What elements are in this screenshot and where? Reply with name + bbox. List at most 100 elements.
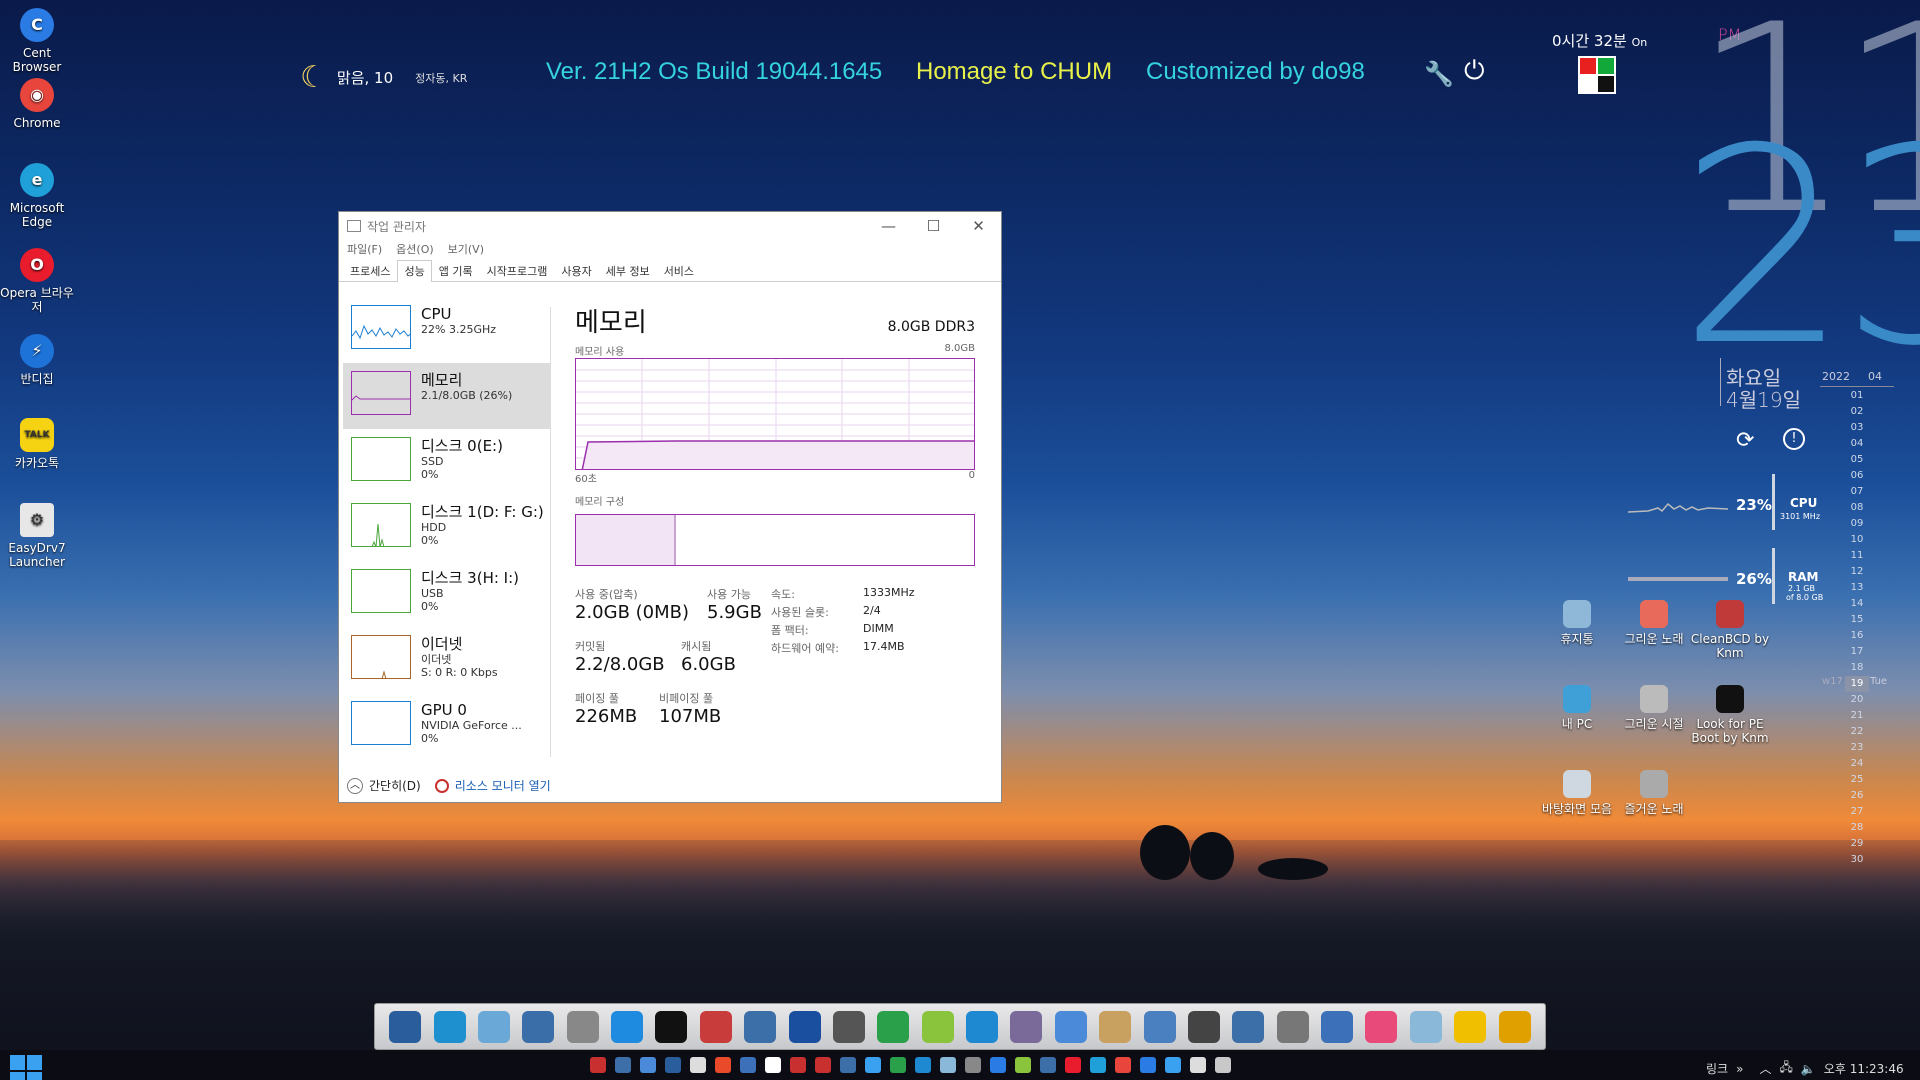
minimize-button[interactable]: — [866, 217, 911, 235]
dock-app-icon[interactable] [655, 1010, 688, 1043]
taskbar-app-icon[interactable] [890, 1057, 906, 1073]
title-bar[interactable]: 작업 관리자 — ☐ ✕ [339, 212, 1001, 240]
dock-app-icon[interactable] [522, 1010, 555, 1043]
dock-app-icon[interactable] [1276, 1010, 1309, 1043]
dock-app-icon[interactable] [1187, 1010, 1220, 1043]
resource-monitor-link[interactable]: 리소스 모니터 열기 [434, 777, 551, 794]
dock-app-icon[interactable] [699, 1010, 732, 1043]
perf-item[interactable]: 디스크 1(D: F: G:) HDD 0% [343, 495, 550, 561]
tab[interactable]: 서비스 [657, 260, 701, 281]
links-toolbar[interactable]: 링크 [1706, 1060, 1728, 1077]
desktop-icon[interactable]: CleanBCD by Knm [1690, 600, 1770, 660]
refresh-icon[interactable]: ⟳ [1736, 428, 1754, 453]
desktop-icon[interactable]: 그리운 시절 [1614, 685, 1694, 731]
dock-app-icon[interactable] [1232, 1010, 1265, 1043]
taskbar-app-icon[interactable] [990, 1057, 1006, 1073]
power-icon[interactable]: ⏻ [1464, 56, 1485, 87]
dock-app-icon[interactable] [389, 1010, 422, 1043]
menu-item[interactable]: 옵션(O) [396, 241, 433, 257]
menu-item[interactable]: 보기(V) [448, 241, 484, 257]
taskbar-app-icon[interactable] [840, 1057, 856, 1073]
tab[interactable]: 사용자 [554, 260, 598, 281]
tab[interactable]: 성능 [397, 260, 432, 282]
taskbar-app-icon[interactable] [665, 1057, 681, 1073]
desktop-icon[interactable]: ⚡ 반디집 [0, 334, 77, 386]
task-manager-window[interactable]: 작업 관리자 — ☐ ✕ 파일(F) 옵션(O) 보기(V) 프로세스 성능 앱 기록 시… [338, 211, 1002, 803]
desktop-icon[interactable]: 즐거운 노래 [1614, 770, 1694, 816]
taskbar-app-icon[interactable] [1015, 1057, 1031, 1073]
dock-app-icon[interactable] [611, 1010, 644, 1043]
taskbar-app-icon[interactable] [915, 1057, 931, 1073]
desktop-icon[interactable]: 내 PC [1537, 685, 1617, 731]
dock-app-icon[interactable] [744, 1010, 777, 1043]
desktop-icon[interactable]: C Cent Browser [0, 8, 77, 74]
desktop-icon[interactable]: 바탕화면 모음 [1537, 770, 1617, 816]
taskbar-app-icon[interactable] [640, 1057, 656, 1073]
taskbar-app-icon[interactable] [1165, 1057, 1181, 1073]
dock-app-icon[interactable] [566, 1010, 599, 1043]
dock-app-icon[interactable] [1365, 1010, 1398, 1043]
info-icon[interactable]: ! [1783, 428, 1805, 450]
dock-app-icon[interactable] [1143, 1010, 1176, 1043]
taskbar-app-icon[interactable] [1065, 1057, 1081, 1073]
perf-item[interactable]: 디스크 3(H: I:) USB 0% [343, 561, 550, 627]
taskbar-app-icon[interactable] [940, 1057, 956, 1073]
chevron-double-right-icon[interactable]: » [1736, 1062, 1743, 1076]
taskbar-app-icon[interactable] [1040, 1057, 1056, 1073]
volume-icon[interactable]: 🔈 [1801, 1062, 1816, 1076]
dock-app-icon[interactable] [1099, 1010, 1132, 1043]
menu-item[interactable]: 파일(F) [347, 241, 382, 257]
fewer-details-button[interactable]: ︿ 간단히(D) [347, 777, 421, 794]
network-icon[interactable]: 🖧 [1779, 1058, 1792, 1079]
dock-app-icon[interactable] [477, 1010, 510, 1043]
perf-item[interactable]: GPU 0 NVIDIA GeForce ... 0% [343, 693, 550, 759]
dock-app-icon[interactable] [1454, 1010, 1487, 1043]
taskbar-app-icon[interactable] [1190, 1057, 1206, 1073]
tab[interactable]: 앱 기록 [432, 260, 480, 281]
dock-app-icon[interactable] [877, 1010, 910, 1043]
perf-item[interactable]: CPU 22% 3.25GHz [343, 297, 550, 363]
close-button[interactable]: ✕ [956, 217, 1001, 235]
perf-item[interactable]: 이더넷 이더넷 S: 0 R: 0 Kbps [343, 627, 550, 693]
desktop-icon[interactable]: ◉ Chrome [0, 78, 77, 130]
tray-clock[interactable]: 오후 11:23:46 [1824, 1060, 1904, 1077]
wrench-icon[interactable]: 🔧 [1424, 60, 1454, 88]
taskbar-app-icon[interactable] [715, 1057, 731, 1073]
taskbar-app-icon[interactable] [615, 1057, 631, 1073]
taskbar-app-icon[interactable] [590, 1057, 606, 1073]
desktop-icon[interactable]: e Microsoft Edge [0, 163, 77, 229]
taskbar-app-icon[interactable] [765, 1057, 781, 1073]
chevron-up-icon[interactable]: ︿ [1759, 1060, 1771, 1077]
dock-app-icon[interactable] [966, 1010, 999, 1043]
dock-app-icon[interactable] [1321, 1010, 1354, 1043]
taskbar-app-icon[interactable] [740, 1057, 756, 1073]
perf-item[interactable]: 디스크 0(E:) SSD 0% [343, 429, 550, 495]
tab[interactable]: 시작프로그램 [480, 260, 555, 281]
taskbar-app-icon[interactable] [1090, 1057, 1106, 1073]
perf-item[interactable]: 메모리 2.1/8.0GB (26%) [343, 363, 550, 429]
tab[interactable]: 프로세스 [343, 260, 397, 281]
taskbar-app-icon[interactable] [790, 1057, 806, 1073]
dock-app-icon[interactable] [1498, 1010, 1531, 1043]
dock-app-icon[interactable] [1409, 1010, 1442, 1043]
taskbar-app-icon[interactable] [690, 1057, 706, 1073]
taskbar-app-icon[interactable] [965, 1057, 981, 1073]
dock-app-icon[interactable] [832, 1010, 865, 1043]
tab[interactable]: 세부 정보 [599, 260, 657, 281]
taskbar-app-icon[interactable] [815, 1057, 831, 1073]
dock-app-icon[interactable] [1054, 1010, 1087, 1043]
taskbar-app-icon[interactable] [1115, 1057, 1131, 1073]
desktop-icon[interactable]: Look for PE Boot by Knm [1690, 685, 1770, 745]
dock-app-icon[interactable] [788, 1010, 821, 1043]
desktop-icon[interactable]: ⚙ EasyDrv7 Launcher [0, 503, 77, 569]
desktop-icon[interactable]: 휴지통 [1537, 600, 1617, 646]
desktop-icon[interactable]: 그리운 노래 [1614, 600, 1694, 646]
dock-app-icon[interactable] [921, 1010, 954, 1043]
dock-app-icon[interactable] [1010, 1010, 1043, 1043]
taskbar-app-icon[interactable] [1140, 1057, 1156, 1073]
taskbar-app-icon[interactable] [865, 1057, 881, 1073]
desktop-icon[interactable]: O Opera 브라우저 [0, 248, 77, 314]
start-button[interactable] [10, 1055, 42, 1080]
maximize-button[interactable]: ☐ [911, 217, 956, 235]
taskbar-app-icon[interactable] [1215, 1057, 1231, 1073]
